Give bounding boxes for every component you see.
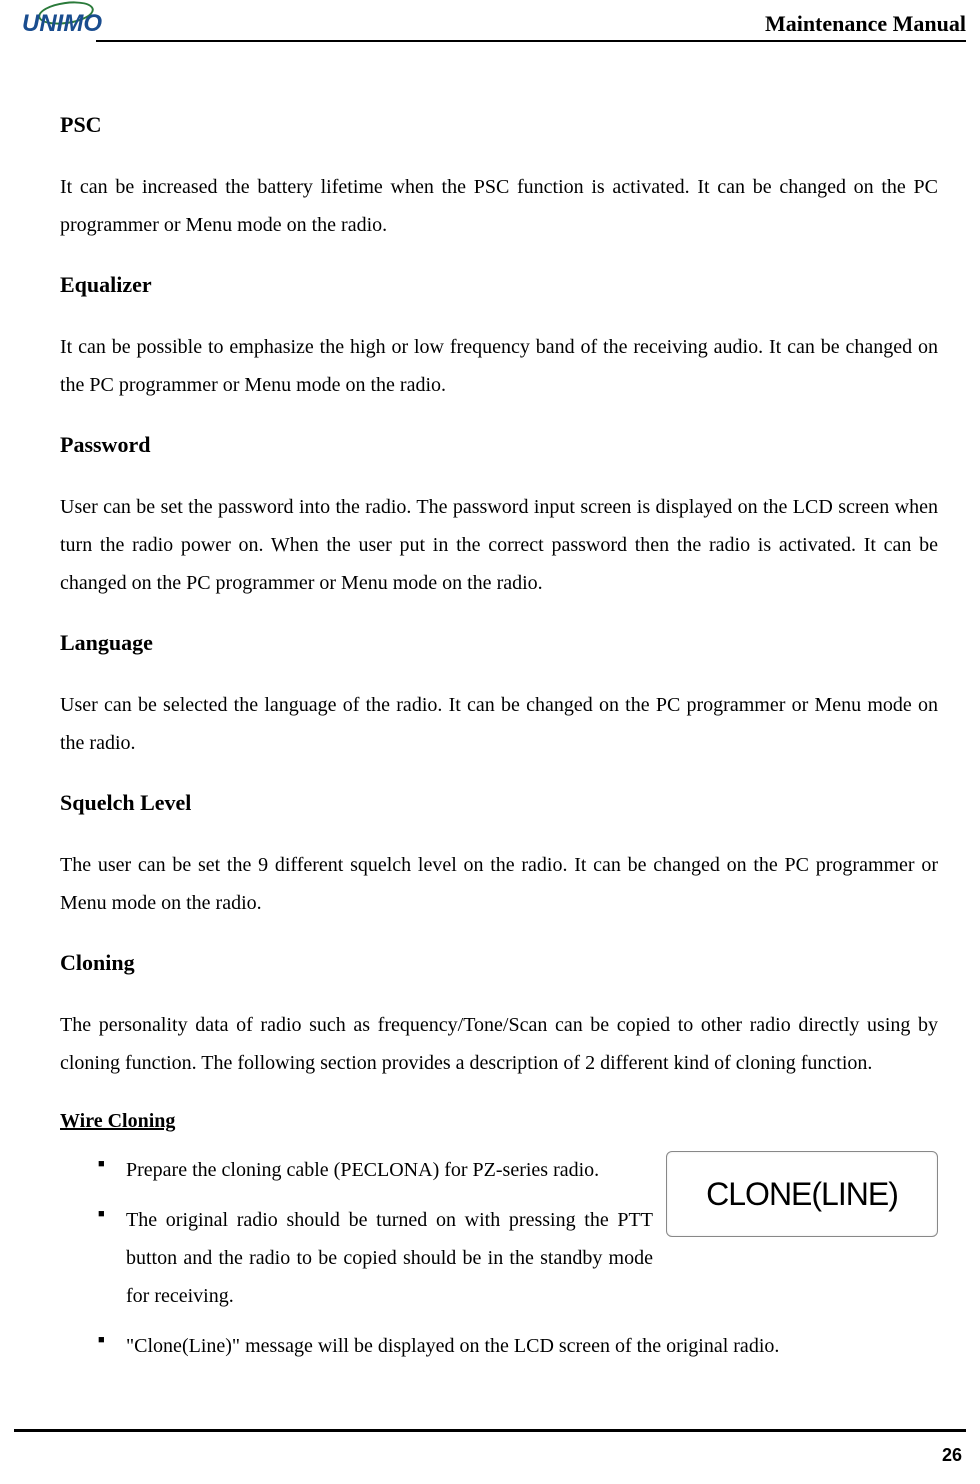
- language-heading: Language: [60, 630, 938, 656]
- wire-cloning-subheading: Wire Cloning: [60, 1110, 938, 1133]
- equalizer-text: It can be possible to emphasize the high…: [60, 328, 938, 404]
- list-item: The original radio should be turned on w…: [98, 1201, 938, 1315]
- cloning-heading: Cloning: [60, 950, 938, 976]
- page-header: UNIMO Maintenance Manual: [0, 0, 980, 38]
- logo: UNIMO: [14, 10, 102, 38]
- language-text: User can be selected the language of the…: [60, 686, 938, 762]
- list-item: "Clone(Line)" message will be displayed …: [98, 1327, 938, 1365]
- wire-cloning-list: Prepare the cloning cable (PECLONA) for …: [60, 1151, 938, 1365]
- page-number: 26: [942, 1445, 962, 1466]
- wire-cloning-section: CLONE(LINE) Prepare the cloning cable (P…: [60, 1151, 938, 1365]
- cloning-text: The personality data of radio such as fr…: [60, 1006, 938, 1082]
- footer-divider: [14, 1429, 966, 1432]
- equalizer-heading: Equalizer: [60, 272, 938, 298]
- squelch-heading: Squelch Level: [60, 790, 938, 816]
- page-content: PSC It can be increased the battery life…: [0, 42, 980, 1365]
- logo-text: UNIMO: [22, 10, 102, 37]
- psc-text: It can be increased the battery lifetime…: [60, 168, 938, 244]
- password-heading: Password: [60, 432, 938, 458]
- list-item: Prepare the cloning cable (PECLONA) for …: [98, 1151, 938, 1189]
- password-text: User can be set the password into the ra…: [60, 488, 938, 602]
- header-title: Maintenance Manual: [765, 11, 966, 37]
- psc-heading: PSC: [60, 112, 938, 138]
- squelch-text: The user can be set the 9 different sque…: [60, 846, 938, 922]
